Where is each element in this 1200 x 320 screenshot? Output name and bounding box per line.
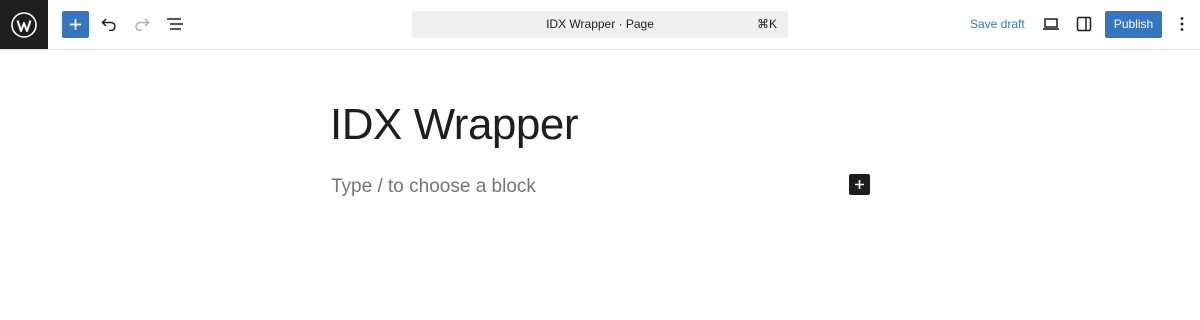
post-title[interactable]: IDX Wrapper — [330, 100, 579, 150]
document-title: IDX Wrapper · Page — [546, 17, 654, 31]
command-palette-shortcut: ⌘K — [756, 17, 777, 31]
undo-icon — [101, 18, 116, 31]
plus-icon — [70, 19, 81, 30]
publish-button[interactable]: Publish — [1105, 11, 1162, 38]
redo-icon — [135, 18, 150, 31]
more-vertical-icon — [1180, 17, 1184, 31]
block-inserter-button[interactable] — [62, 11, 89, 38]
plus-icon — [855, 180, 864, 189]
block-placeholder[interactable]: Type / to choose a block — [331, 176, 536, 198]
list-view-button[interactable] — [161, 10, 189, 38]
add-block-button[interactable] — [849, 174, 870, 195]
options-button[interactable] — [1168, 10, 1196, 38]
undo-button[interactable] — [95, 10, 123, 38]
desktop-view-icon — [1043, 18, 1059, 30]
editor-header: IDX Wrapper · Page ⌘K Save draft Publish — [0, 0, 1200, 50]
settings-sidebar-toggle[interactable] — [1070, 10, 1098, 38]
save-draft-button[interactable]: Save draft — [962, 11, 1033, 38]
redo-button[interactable] — [128, 10, 156, 38]
wordpress-logo-icon[interactable] — [0, 0, 48, 49]
list-view-icon — [167, 18, 183, 30]
document-bar[interactable]: IDX Wrapper · Page ⌘K — [412, 11, 788, 38]
sidebar-toggle-icon — [1076, 16, 1092, 32]
preview-button[interactable] — [1037, 10, 1065, 38]
